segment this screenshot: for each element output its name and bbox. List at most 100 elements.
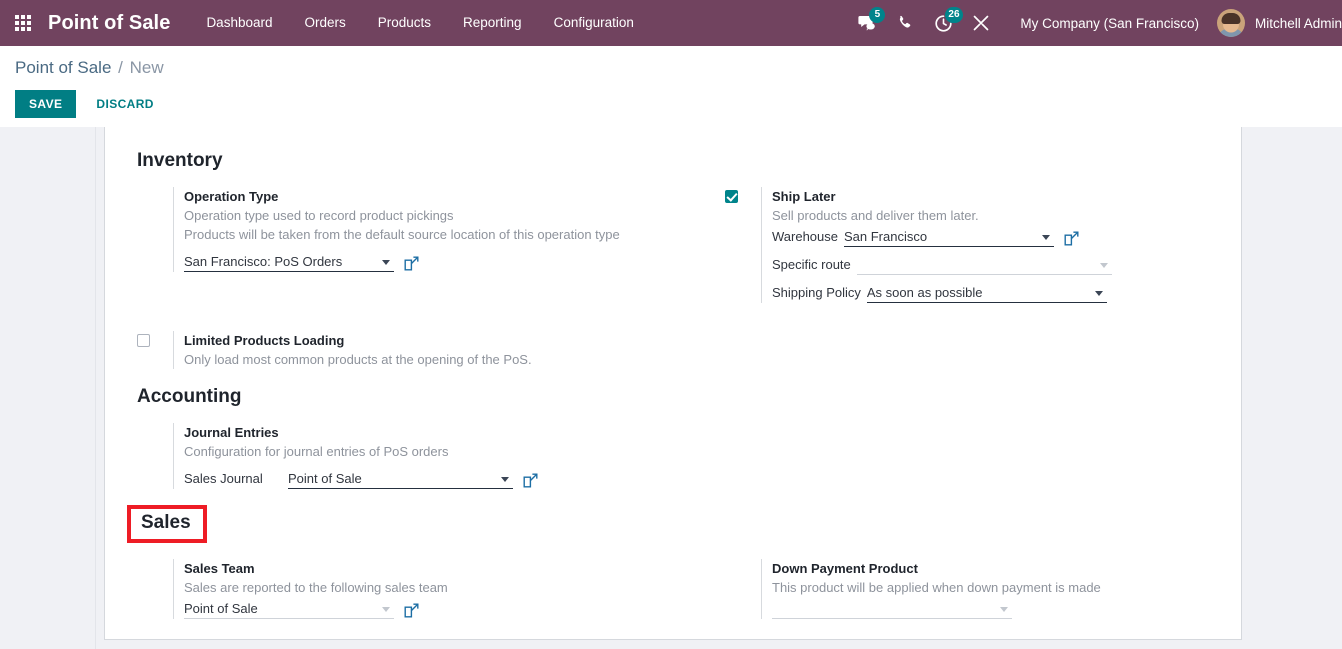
- user-menu[interactable]: Mitchell Admin: [1213, 9, 1342, 37]
- section-title-sales: Sales: [127, 505, 207, 543]
- messages-badge: 5: [869, 7, 885, 23]
- sales-journal-external-link-icon[interactable]: [523, 473, 538, 488]
- breadcrumb-separator: /: [116, 58, 125, 77]
- nav-item-orders[interactable]: Orders: [288, 0, 361, 46]
- sales-team-select[interactable]: Point of Sale: [184, 599, 394, 619]
- sales-team-external-link-icon[interactable]: [404, 603, 419, 618]
- sales-journal-value: Point of Sale: [288, 469, 513, 488]
- record-action-buttons: SAVE DISCARD: [15, 90, 1342, 118]
- apps-grid-icon[interactable]: [0, 0, 46, 46]
- limited-products-checkbox[interactable]: [137, 334, 150, 347]
- company-switcher[interactable]: My Company (San Francisco): [1000, 16, 1213, 31]
- settings-sheet: Inventory Operation Type Operation type …: [104, 127, 1242, 640]
- shipping-policy-value: As soon as possible: [867, 283, 1107, 302]
- journal-entries-help-1: Configuration for journal entries of PoS…: [184, 442, 725, 461]
- inventory-left-column: Operation Type Operation type used to re…: [137, 187, 725, 313]
- chevron-down-icon: [1095, 291, 1103, 296]
- sales-team-value: Point of Sale: [184, 599, 394, 618]
- debug-tools-icon[interactable]: [962, 0, 1000, 46]
- down-payment-help-1: This product will be applied when down p…: [772, 578, 1242, 597]
- app-brand-title[interactable]: Point of Sale: [46, 12, 176, 35]
- ship-later-checkbox[interactable]: [725, 190, 738, 203]
- nav-item-reporting[interactable]: Reporting: [447, 0, 538, 46]
- accounting-left-column: Journal Entries Configuration for journa…: [137, 423, 725, 499]
- journal-entries-label: Journal Entries: [184, 423, 725, 442]
- user-name-label: Mitchell Admin: [1245, 16, 1342, 31]
- chevron-down-icon: [382, 260, 390, 265]
- operation-type-label: Operation Type: [184, 187, 725, 206]
- inventory-right-column: Ship Later Sell products and deliver the…: [725, 187, 1242, 313]
- accounting-settings-row: Journal Entries Configuration for journa…: [137, 423, 1209, 499]
- activity-badge: 26: [945, 7, 962, 23]
- limited-products-help-1: Only load most common products at the op…: [184, 350, 725, 369]
- sales-right-column: Down Payment Product This product will b…: [725, 559, 1242, 629]
- chevron-down-icon: [1100, 263, 1108, 268]
- discard-button[interactable]: DISCARD: [84, 90, 165, 118]
- nav-item-products[interactable]: Products: [362, 0, 447, 46]
- navbar-right-tools: 5 26 My Company (San Francisco): [848, 0, 1342, 46]
- activity-clock-icon[interactable]: 26: [924, 0, 962, 46]
- shipping-policy-select[interactable]: As soon as possible: [867, 283, 1107, 303]
- messages-icon[interactable]: 5: [848, 0, 886, 46]
- sales-journal-label: Sales Journal: [184, 469, 288, 489]
- warehouse-external-link-icon[interactable]: [1064, 231, 1079, 246]
- sales-left-column: Sales Team Sales are reported to the fol…: [137, 559, 725, 629]
- setting-limited-products-loading: Limited Products Loading Only load most …: [137, 331, 725, 369]
- left-gutter: [0, 127, 96, 649]
- nav-item-dashboard[interactable]: Dashboard: [190, 0, 288, 46]
- avatar: [1217, 9, 1245, 37]
- specific-route-field-row: Specific route: [772, 255, 1242, 275]
- operation-type-select[interactable]: San Francisco: PoS Orders: [184, 252, 394, 272]
- warehouse-label: Warehouse: [772, 227, 844, 247]
- limited-products-row: Limited Products Loading Only load most …: [137, 331, 1209, 379]
- operation-type-external-link-icon[interactable]: [404, 256, 419, 271]
- operation-type-help-1: Operation type used to record product pi…: [184, 206, 725, 225]
- inventory-settings-row: Operation Type Operation type used to re…: [137, 187, 1209, 313]
- nav-item-configuration[interactable]: Configuration: [538, 0, 650, 46]
- breadcrumb-current: New: [130, 58, 164, 77]
- ship-later-help-1: Sell products and deliver them later.: [772, 206, 1242, 225]
- ship-later-checkbox-cell: [725, 187, 761, 203]
- setting-journal-entries: Journal Entries Configuration for journa…: [137, 423, 725, 489]
- breadcrumb: Point of Sale / New: [15, 58, 1342, 78]
- setting-sales-team: Sales Team Sales are reported to the fol…: [137, 559, 725, 619]
- down-payment-field-row: [772, 599, 1242, 619]
- shipping-policy-field-row: Shipping Policy As soon as possible: [772, 283, 1242, 303]
- warehouse-value: San Francisco: [844, 227, 1054, 246]
- section-title-inventory: Inventory: [137, 149, 1209, 173]
- sales-team-help-1: Sales are reported to the following sale…: [184, 578, 725, 597]
- chevron-down-icon: [1042, 235, 1050, 240]
- operation-type-help-2: Products will be taken from the default …: [184, 225, 725, 244]
- limited-products-column: Limited Products Loading Only load most …: [137, 331, 725, 379]
- sales-team-field-row: Point of Sale: [184, 599, 725, 619]
- setting-operation-type: Operation Type Operation type used to re…: [137, 187, 725, 272]
- warehouse-field-row: Warehouse San Francisco: [772, 227, 1242, 247]
- limited-products-label: Limited Products Loading: [184, 331, 725, 350]
- sales-journal-field-row: Sales Journal Point of Sale: [184, 469, 725, 489]
- top-navbar: Point of Sale Dashboard Orders Products …: [0, 0, 1342, 46]
- journal-entries-checkbox-cell: [137, 423, 173, 426]
- operation-type-value: San Francisco: PoS Orders: [184, 252, 394, 271]
- operation-type-checkbox-cell: [137, 187, 173, 190]
- down-payment-select[interactable]: [772, 599, 1012, 619]
- sales-team-checkbox-cell: [137, 559, 173, 562]
- warehouse-select[interactable]: San Francisco: [844, 227, 1054, 247]
- sales-journal-select[interactable]: Point of Sale: [288, 469, 513, 489]
- down-payment-checkbox-cell: [725, 559, 761, 562]
- breadcrumb-root[interactable]: Point of Sale: [15, 58, 111, 77]
- page-area: Inventory Operation Type Operation type …: [0, 127, 1342, 649]
- chevron-down-icon: [382, 607, 390, 612]
- setting-ship-later: Ship Later Sell products and deliver the…: [725, 187, 1242, 303]
- section-title-accounting: Accounting: [137, 385, 1209, 409]
- limited-products-checkbox-cell: [137, 331, 173, 347]
- main-nav-menu: Dashboard Orders Products Reporting Conf…: [190, 0, 649, 46]
- setting-down-payment-product: Down Payment Product This product will b…: [725, 559, 1242, 619]
- phone-icon[interactable]: [886, 0, 924, 46]
- operation-type-field-row: San Francisco: PoS Orders: [184, 252, 725, 272]
- save-button[interactable]: SAVE: [15, 90, 76, 118]
- ship-later-label: Ship Later: [772, 187, 1242, 206]
- chevron-down-icon: [1000, 607, 1008, 612]
- chevron-down-icon: [501, 477, 509, 482]
- down-payment-label: Down Payment Product: [772, 559, 1242, 578]
- specific-route-select[interactable]: [857, 255, 1112, 275]
